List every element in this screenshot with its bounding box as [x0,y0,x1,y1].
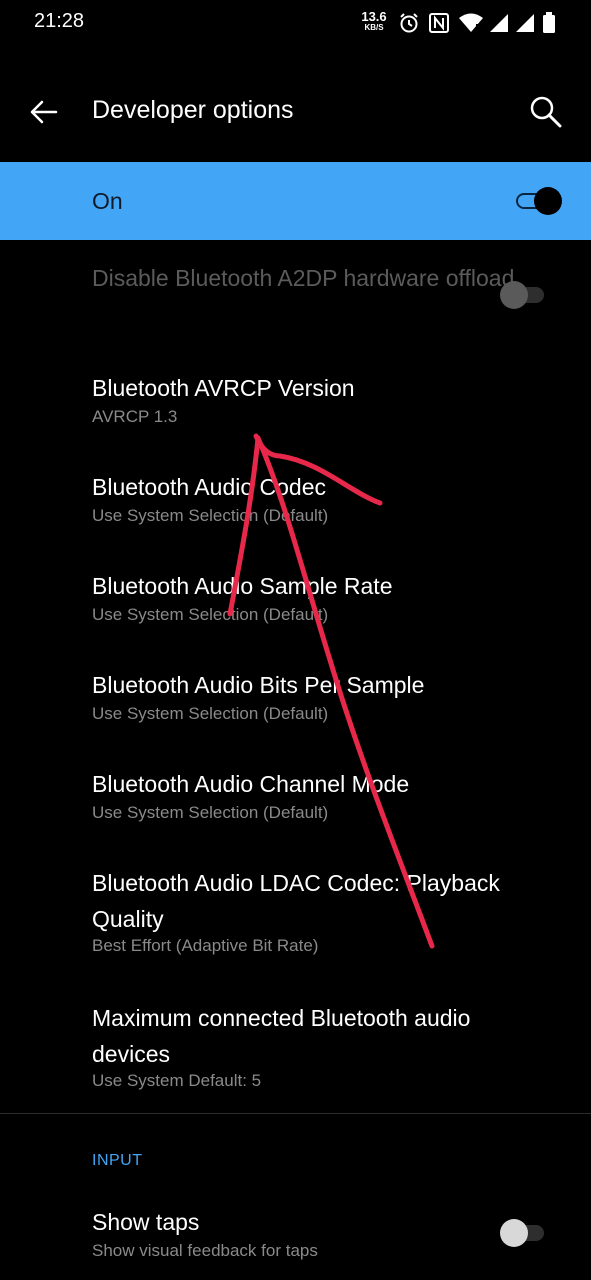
setting-title: Bluetooth Audio Bits Per Sample [92,672,425,698]
setting-avrcp-version[interactable]: Bluetooth AVRCP Version AVRCP 1.3 [0,368,591,450]
show-taps-toggle[interactable] [500,1216,548,1250]
developer-options-master-switch[interactable]: On [0,162,591,240]
setting-title: Bluetooth Audio Codec [92,474,327,500]
setting-title: Bluetooth Audio Channel Mode [92,771,410,797]
setting-audio-codec[interactable]: Bluetooth Audio Codec Use System Selecti… [0,467,591,549]
setting-summary: Best Effort (Adaptive Bit Rate) [92,936,319,955]
setting-title: Maximum connected Bluetooth audio device… [92,1005,471,1067]
setting-title: Bluetooth AVRCP Version [92,375,355,401]
wifi-icon [459,13,483,32]
status-bar: 21:28 13.6 KB/S [0,0,591,44]
nfc-icon [429,13,449,33]
setting-summary: AVRCP 1.3 [92,407,178,426]
network-speed-value: 13.6 [361,9,387,24]
setting-title: Show taps [92,1209,200,1235]
setting-title: Bluetooth Audio LDAC Codec: Playback Qua… [92,870,500,932]
section-header-input: INPUT [92,1152,143,1169]
setting-summary: Use System Default: 5 [92,1071,262,1090]
battery-icon [543,12,555,33]
setting-summary: Show visual feedback for taps [92,1241,318,1260]
arrow-left-icon[interactable] [24,92,64,132]
section-divider [0,1113,591,1114]
setting-max-bluetooth-devices[interactable]: Maximum connected Bluetooth audio device… [0,998,591,1108]
network-speed: 13.6 KB/S [360,10,388,32]
setting-audio-channel-mode[interactable]: Bluetooth Audio Channel Mode Use System … [0,764,591,846]
setting-title: Bluetooth Audio Sample Rate [92,573,393,599]
setting-summary: Use System Selection (Default) [92,605,329,624]
setting-audio-sample-rate[interactable]: Bluetooth Audio Sample Rate Use System S… [0,566,591,648]
setting-ldac-playback-quality[interactable]: Bluetooth Audio LDAC Codec: Playback Qua… [0,863,591,979]
setting-title: Disable Bluetooth A2DP hardware offload [92,265,515,291]
network-speed-unit: KB/S [364,23,384,32]
signal-icon [516,14,534,32]
status-time: 21:28 [34,10,85,32]
setting-audio-bits-per-sample[interactable]: Bluetooth Audio Bits Per Sample Use Syst… [0,665,591,747]
master-toggle[interactable] [514,184,562,218]
setting-show-taps[interactable]: Show taps Show visual feedback for taps [0,1202,591,1276]
app-bar: Developer options [0,62,591,160]
a2dp-offload-toggle[interactable] [500,278,548,312]
signal-icon [490,14,508,32]
master-switch-label: On [92,188,123,214]
setting-disable-a2dp-offload[interactable]: Disable Bluetooth A2DP hardware offload [0,258,591,342]
search-icon[interactable] [524,90,568,134]
alarm-icon [400,13,418,33]
page-title: Developer options [92,96,294,124]
setting-summary: Use System Selection (Default) [92,704,329,723]
setting-summary: Use System Selection (Default) [92,506,329,525]
setting-summary: Use System Selection (Default) [92,803,329,822]
